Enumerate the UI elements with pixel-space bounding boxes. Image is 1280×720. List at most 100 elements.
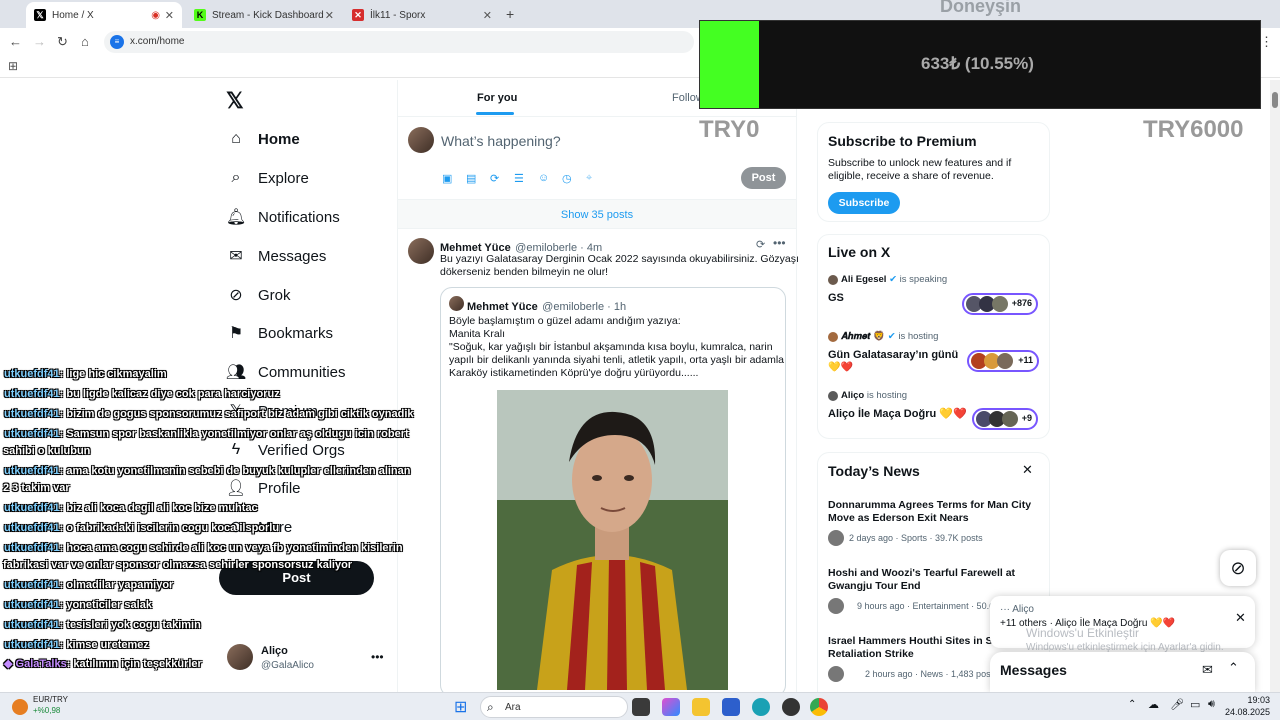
apps-grid-icon[interactable]: ⊞ bbox=[8, 59, 18, 73]
nav-home[interactable]: ⌂ Home bbox=[226, 124, 300, 154]
tray-monitor-icon[interactable]: ▭ bbox=[1190, 698, 1200, 711]
tab-home-x[interactable]: 𝕏 Home / X ◉ ✕ bbox=[26, 2, 182, 28]
grok-compose-icon[interactable]: ⟳ bbox=[490, 172, 499, 185]
account-avatar[interactable] bbox=[227, 644, 253, 670]
news-meta: 9 hours ago · Entertainment · 50.6 bbox=[857, 601, 995, 611]
search-icon: ⌕ bbox=[487, 700, 494, 714]
emoji-icon[interactable]: ☺ bbox=[538, 172, 549, 184]
windows-start-icon[interactable]: ⊞ bbox=[454, 697, 467, 717]
tweet-more-icon[interactable]: ••• bbox=[773, 236, 786, 250]
url-input[interactable]: ≡ x.com/home bbox=[104, 31, 694, 53]
live-listener-avatars[interactable]: +876 bbox=[962, 293, 1038, 315]
live-host-line[interactable]: Aliço is hosting bbox=[841, 390, 907, 401]
sporx-logo-icon: ✕ bbox=[352, 9, 364, 21]
taskbar-search[interactable]: ⌕ Ara bbox=[480, 696, 628, 718]
x-logo-icon[interactable]: 𝕏 bbox=[226, 88, 244, 114]
live-host-line[interactable]: 𝑨𝒉𝒎𝒆𝒕 🦁 ✔ is hosting bbox=[841, 331, 938, 342]
live-listener-avatars[interactable]: +9 bbox=[972, 408, 1038, 430]
listener-count: +9 bbox=[1021, 413, 1032, 423]
messages-drawer[interactable]: Messages ✉ ⌃ bbox=[990, 652, 1255, 692]
live-listener-avatars[interactable]: +11 bbox=[967, 350, 1039, 372]
copilot-icon[interactable] bbox=[662, 698, 680, 716]
show-new-posts[interactable]: Show 35 posts bbox=[398, 199, 796, 229]
tray-volume-icon[interactable]: 🔊︎ bbox=[1208, 698, 1215, 711]
gif-icon[interactable]: ▤ bbox=[466, 172, 476, 185]
tweet-avatar[interactable] bbox=[408, 238, 434, 264]
player-photo[interactable] bbox=[497, 390, 728, 690]
ticker-name[interactable]: EUR/TRY bbox=[33, 695, 68, 704]
bell-icon: 🔔︎ bbox=[225, 209, 247, 226]
nav-communities[interactable]: 👥︎ Communities bbox=[226, 357, 346, 387]
nav-grok[interactable]: ⊘ Grok bbox=[226, 280, 291, 310]
nav-label: Profile bbox=[258, 479, 301, 497]
image-icon[interactable]: ▣ bbox=[442, 172, 452, 185]
account-menu-icon[interactable]: ••• bbox=[371, 650, 384, 664]
news-headline[interactable]: Move as Ederson Exit Nears bbox=[828, 512, 1038, 525]
grok-floating-button[interactable]: ⊘ bbox=[1220, 550, 1256, 586]
news-meta: 2 hours ago · News · 1,483 posts bbox=[865, 669, 998, 679]
task-view-icon[interactable] bbox=[632, 698, 650, 716]
tweet-text-line: Bu yazıyı Galatasaray Derginin Ocak 2022… bbox=[440, 253, 799, 265]
close-tab-icon[interactable]: ✕ bbox=[325, 9, 334, 22]
tab-kick-dashboard[interactable]: K Stream - Kick Dashboard ✕ bbox=[186, 2, 342, 28]
diamond-badge-icon: ◆ bbox=[4, 658, 13, 670]
news-meta: 2 days ago · Sports · 39.7K posts bbox=[849, 533, 983, 543]
composer-avatar[interactable] bbox=[408, 127, 434, 153]
nav-notifications[interactable]: 🔔︎ Notifications bbox=[226, 202, 340, 232]
live-space-popup[interactable]: ··· Aliço +11 others · Aliço İle Maça Do… bbox=[990, 596, 1255, 648]
edge-icon[interactable] bbox=[752, 698, 770, 716]
expand-drawer-icon[interactable]: ⌃ bbox=[1228, 660, 1239, 676]
live-space-title[interactable]: Gün Galatasaray’ın günü bbox=[828, 349, 958, 361]
compose-post-button[interactable]: Post bbox=[741, 167, 786, 189]
back-icon[interactable]: ← bbox=[9, 34, 22, 49]
composer-input[interactable]: What’s happening? bbox=[441, 133, 561, 149]
obs-icon[interactable] bbox=[782, 698, 800, 716]
host-avatar bbox=[828, 332, 838, 342]
live-host-line[interactable]: Ali Egesel ✔ is speaking bbox=[841, 274, 947, 285]
close-tab-icon[interactable]: ✕ bbox=[483, 9, 492, 22]
news-headline[interactable]: Donnarumma Agrees Terms for Man City bbox=[828, 499, 1038, 512]
scrollbar-thumb[interactable] bbox=[1272, 92, 1278, 108]
browser-menu-icon[interactable]: ⋮ bbox=[1260, 34, 1273, 50]
nav-label: Grok bbox=[258, 286, 291, 304]
close-popup-icon[interactable]: ✕ bbox=[1235, 610, 1246, 626]
site-info-icon[interactable]: ≡ bbox=[110, 35, 124, 49]
nav-bookmarks[interactable]: ⚑ Bookmarks bbox=[226, 318, 333, 348]
new-message-icon[interactable]: ✉ bbox=[1202, 662, 1213, 678]
poll-icon[interactable]: ☰ bbox=[514, 172, 524, 185]
tab-sporx[interactable]: ✕ İlk11 - Sporx ✕ bbox=[344, 2, 500, 28]
home-icon[interactable]: ⌂ bbox=[81, 34, 89, 49]
store-icon[interactable] bbox=[722, 698, 740, 716]
grok-explain-icon[interactable]: ⟳ bbox=[756, 238, 765, 251]
file-explorer-icon[interactable] bbox=[692, 698, 710, 716]
reload-icon[interactable]: ↻ bbox=[57, 34, 68, 50]
schedule-icon[interactable]: ◷ bbox=[562, 172, 572, 185]
new-tab-icon[interactable]: + bbox=[506, 6, 514, 22]
taskbar-time[interactable]: 19:03 bbox=[1230, 695, 1270, 705]
tab-title: İlk11 - Sporx bbox=[370, 9, 426, 21]
tray-cloud-icon[interactable]: ☁ bbox=[1148, 698, 1159, 711]
nav-explore[interactable]: ⌕ Explore bbox=[226, 163, 309, 193]
verified-icon: ✔ bbox=[887, 331, 896, 342]
tab-for-you[interactable]: For you bbox=[477, 92, 517, 104]
news-headline[interactable]: Gwangju Tour End bbox=[828, 580, 1038, 593]
live-space-title[interactable]: Aliço İle Maça Doğru 💛❤️ bbox=[828, 407, 967, 420]
tray-chevron-icon[interactable]: ⌃ bbox=[1128, 699, 1136, 710]
subscribe-button[interactable]: Subscribe bbox=[828, 192, 900, 214]
location-icon[interactable]: ⌖ bbox=[586, 172, 592, 185]
taskbar-date[interactable]: 24.08.2025 bbox=[1222, 707, 1270, 717]
page-scrollbar[interactable] bbox=[1270, 80, 1280, 692]
live-status: is speaking bbox=[899, 274, 948, 285]
live-space-title[interactable]: GS bbox=[828, 292, 844, 304]
chrome-icon[interactable] bbox=[810, 698, 828, 716]
news-headline[interactable]: Hoshi and Woozi's Tearful Farewell at bbox=[828, 567, 1038, 580]
forward-icon[interactable]: → bbox=[33, 34, 46, 49]
live-host-name: 𝑨𝒉𝒎𝒆𝒕 🦁 bbox=[841, 331, 886, 342]
close-news-icon[interactable]: ✕ bbox=[1022, 462, 1033, 478]
nav-label: Home bbox=[258, 130, 300, 148]
tray-mic-icon[interactable]: 🎤︎ bbox=[1170, 698, 1184, 711]
popup-line1: ··· Aliço bbox=[1000, 604, 1034, 615]
close-tab-icon[interactable]: ✕ bbox=[165, 9, 174, 22]
nav-messages[interactable]: ✉ Messages bbox=[226, 241, 326, 271]
chat-message: ◆ GalaTalks: katılımın için teşekkürler bbox=[4, 658, 202, 670]
